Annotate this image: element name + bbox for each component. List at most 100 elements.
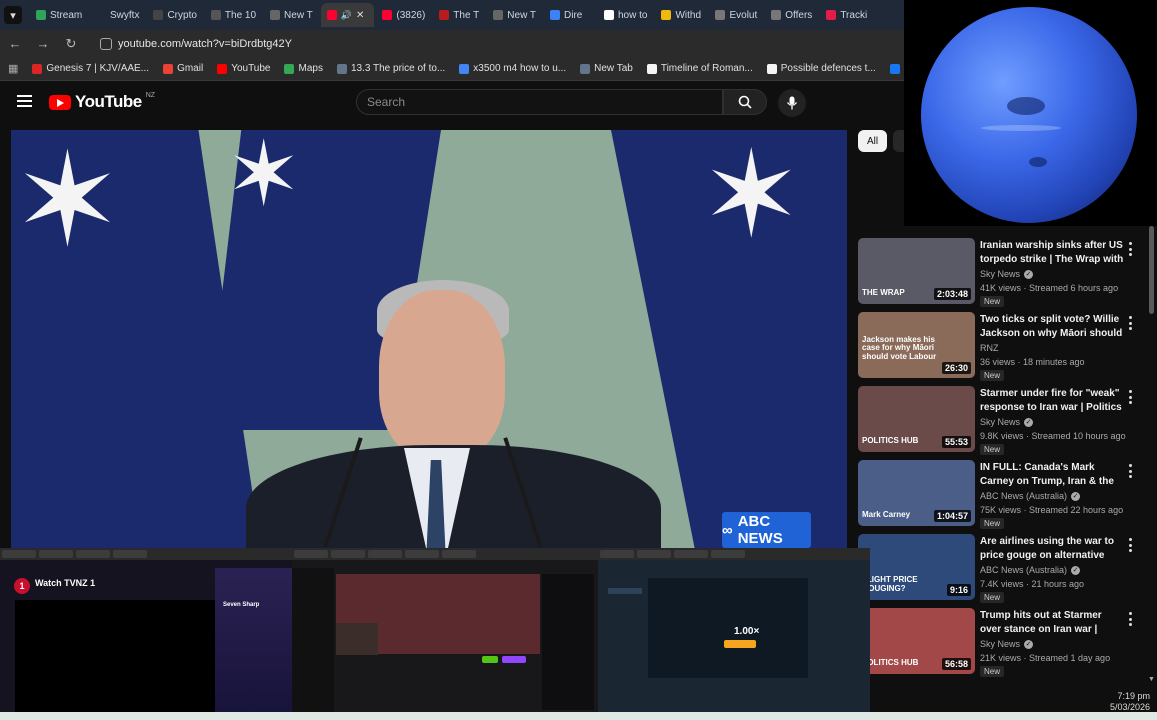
channel-name[interactable]: Sky News xyxy=(980,269,1020,279)
browser-tab[interactable]: how to xyxy=(598,3,653,27)
video-title[interactable]: Trump hits out at Starmer over stance on… xyxy=(980,609,1125,637)
forward-arrow-icon[interactable]: → xyxy=(36,36,50,51)
channel-name[interactable]: ABC News (Australia) xyxy=(980,491,1067,501)
tvnz-overlay-window[interactable]: 1 Watch TVNZ 1 Seven Sharp xyxy=(0,548,292,714)
more-options-icon[interactable] xyxy=(1127,464,1133,478)
channel-name[interactable]: ABC News (Australia) xyxy=(980,565,1067,575)
more-options-icon[interactable] xyxy=(1127,538,1133,552)
bookmark-label: Timeline of Roman... xyxy=(660,63,753,74)
recommended-video[interactable]: POLITICS HUB 56:58 Trump hits out at Starm… xyxy=(858,608,1148,678)
browser-tab[interactable]: Offers xyxy=(765,3,818,27)
cashout-button[interactable] xyxy=(724,640,756,648)
more-options-icon[interactable] xyxy=(1127,390,1133,404)
browser-tab[interactable]: New T xyxy=(487,3,542,27)
crash-multiplier: 1.00× xyxy=(734,626,760,637)
bookmark-item[interactable]: Genesis 7 | KJV/AAE... xyxy=(32,63,149,74)
tab-search-chevron-icon[interactable]: ▾ xyxy=(4,6,22,24)
browser-toolbar: ← → ↻ youtube.com/watch?v=biDrdbtg42Y xyxy=(0,30,904,57)
browser-tab[interactable]: New T xyxy=(264,3,319,27)
browser-tab[interactable]: Evolut xyxy=(709,3,763,27)
twitch-overlay-window[interactable] xyxy=(292,548,598,714)
browser-tab[interactable]: (3826) xyxy=(376,3,431,27)
video-title[interactable]: Are airlines using the war to price goug… xyxy=(980,535,1125,563)
more-options-icon[interactable] xyxy=(1127,612,1133,626)
crash-game-overlay-window[interactable]: 1.00× xyxy=(598,548,870,714)
verified-check-icon: ✓ xyxy=(1071,491,1081,501)
chip-all[interactable]: All xyxy=(858,130,887,152)
bookmark-item[interactable]: 13.3 The price of to... xyxy=(336,63,445,74)
browser-tab[interactable]: Stream xyxy=(30,3,88,27)
video-title[interactable]: Iranian warship sinks after US torpedo s… xyxy=(980,239,1125,267)
bookmark-item[interactable]: x3500 m4 how to u... xyxy=(459,63,566,74)
channel-name[interactable]: Sky News xyxy=(980,417,1020,427)
voice-search-button[interactable] xyxy=(778,89,806,117)
search-input[interactable]: Search xyxy=(356,89,723,115)
video-thumbnail[interactable]: POLITICS HUB 56:58 xyxy=(858,608,975,674)
recommended-video[interactable]: Jackson makes his case for why Māori sho… xyxy=(858,312,1148,382)
channel-name[interactable]: Sky News xyxy=(980,639,1020,649)
abc-logo-icon: ∞ xyxy=(722,521,733,539)
system-clock[interactable]: 7:19 pm 5/03/2026 xyxy=(1090,691,1150,713)
close-tab-icon[interactable]: ✕ xyxy=(356,10,364,21)
video-thumbnail[interactable]: THE WRAP 2:03:48 xyxy=(858,238,975,304)
tab-favicon-icon xyxy=(96,10,106,20)
bookmark-item[interactable]: Maps xyxy=(284,63,323,74)
bookmark-item[interactable]: Possible defences t... xyxy=(766,63,876,74)
menu-icon[interactable] xyxy=(17,95,32,107)
video-thumbnail[interactable]: FLIGHT PRICE GOUGING? 9:16 xyxy=(858,534,975,600)
planet-dark-spot xyxy=(1029,157,1047,167)
sidebar-scrollbar[interactable] xyxy=(1149,226,1154,314)
new-badge: New xyxy=(980,370,1005,381)
search-button[interactable] xyxy=(723,89,767,115)
recommended-video[interactable]: POLITICS HUB 55:53 Starmer under fire for … xyxy=(858,386,1148,456)
browser-tab[interactable]: Dire xyxy=(544,3,596,27)
browser-tab[interactable]: Crypto xyxy=(147,3,202,27)
video-player[interactable]: ✶ ✶ ✶ ∞ ABC NEWS xyxy=(11,130,847,550)
verified-check-icon: ✓ xyxy=(1024,639,1034,649)
subscribe-button[interactable] xyxy=(502,656,526,663)
chip-next[interactable] xyxy=(893,130,904,152)
browser-tab[interactable]: Swyftx xyxy=(90,3,145,27)
video-thumbnail[interactable]: Jackson makes his case for why Māori sho… xyxy=(858,312,975,378)
channel-name[interactable]: RNZ xyxy=(980,343,999,353)
site-info-icon[interactable] xyxy=(100,37,112,50)
browser-tab[interactable]: Tracki xyxy=(820,3,873,27)
video-duration: 55:53 xyxy=(941,436,971,448)
follow-button[interactable] xyxy=(482,656,498,663)
bookmark-label: Maps xyxy=(298,63,323,74)
recommended-video[interactable]: Mark Carney 1:04:57 IN FULL: Canada's Mark… xyxy=(858,460,1148,530)
browser-tab[interactable]: 🔊 ✕ xyxy=(320,3,375,27)
tvnz-player[interactable] xyxy=(15,600,215,714)
bookmark-item[interactable]: New Tab xyxy=(580,63,633,74)
recommended-video[interactable]: FLIGHT PRICE GOUGING? 9:16 Are airlines us… xyxy=(858,534,1148,604)
audio-playing-icon[interactable]: 🔊 xyxy=(341,10,352,21)
tvnz-title: Watch TVNZ 1 xyxy=(35,578,96,588)
video-title[interactable]: IN FULL: Canada's Mark Carney on Trump, … xyxy=(980,461,1125,489)
back-arrow-icon[interactable]: ← xyxy=(8,36,22,51)
bookmark-item[interactable]: Gmail xyxy=(163,63,203,74)
apps-grid-icon[interactable]: ▦ xyxy=(8,62,18,75)
bookmark-item[interactable]: Timeline of Roman... xyxy=(646,63,753,74)
video-thumbnail[interactable]: Mark Carney 1:04:57 xyxy=(858,460,975,526)
browser-tab[interactable]: Withd xyxy=(655,3,707,27)
browser-tab[interactable]: The 10 xyxy=(205,3,262,27)
tab-label: Withd xyxy=(675,9,702,21)
thumbnail-caption: Jackson makes his case for why Māori sho… xyxy=(862,334,937,362)
twitch-sidebar xyxy=(292,568,334,714)
bookmark-item[interactable]: YouTube xyxy=(217,63,270,74)
video-title[interactable]: Two ticks or split vote? Willie Jackson … xyxy=(980,313,1125,341)
bookmark-item[interactable]: YOUR xyxy=(889,63,904,74)
address-bar[interactable]: youtube.com/watch?v=biDrdbtg42Y xyxy=(92,33,872,55)
youtube-logo[interactable]: YouTube NZ xyxy=(49,92,155,112)
recommended-video[interactable]: THE WRAP 2:03:48 Iranian warship sinks aft… xyxy=(858,238,1148,308)
browser-tab[interactable]: The T xyxy=(433,3,485,27)
region-code: NZ xyxy=(145,91,156,99)
bet-amount-field[interactable] xyxy=(608,588,642,594)
video-thumbnail[interactable]: POLITICS HUB 55:53 xyxy=(858,386,975,452)
planet-overlay-window xyxy=(904,0,1157,226)
more-options-icon[interactable] xyxy=(1127,242,1133,256)
reload-icon[interactable]: ↻ xyxy=(64,36,78,52)
scroll-down-icon[interactable]: ▼ xyxy=(1148,676,1155,683)
more-options-icon[interactable] xyxy=(1127,316,1133,330)
video-title[interactable]: Starmer under fire for "weak" response t… xyxy=(980,387,1125,415)
